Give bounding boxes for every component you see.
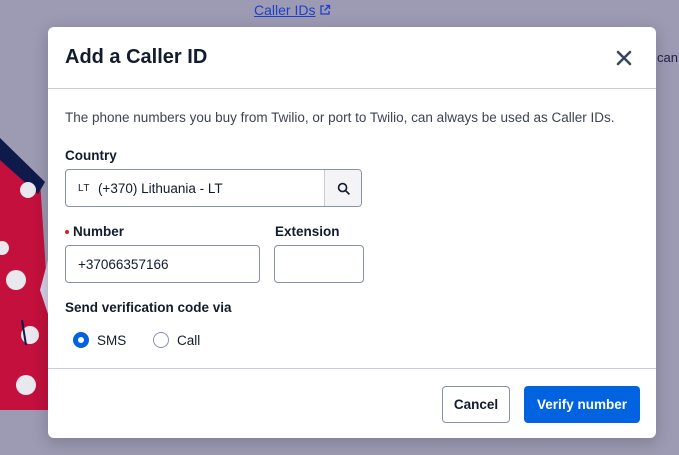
caller-ids-link-text: Caller IDs bbox=[254, 2, 316, 18]
verify-number-button[interactable]: Verify number bbox=[524, 386, 640, 423]
required-indicator bbox=[65, 229, 69, 234]
number-input[interactable] bbox=[65, 245, 260, 283]
modal-body: The phone numbers you buy from Twilio, o… bbox=[48, 89, 656, 368]
cancel-button[interactable]: Cancel bbox=[442, 386, 510, 423]
call-option[interactable]: Call bbox=[153, 332, 200, 348]
number-label: Number bbox=[65, 224, 124, 239]
sms-option-label: SMS bbox=[97, 332, 127, 348]
external-link-icon bbox=[320, 4, 331, 15]
sms-option[interactable]: SMS bbox=[73, 332, 126, 348]
close-icon bbox=[616, 50, 632, 65]
country-value[interactable]: LT (+370) Lithuania - LT bbox=[66, 170, 324, 206]
extension-input[interactable] bbox=[274, 245, 364, 283]
modal-title: Add a Caller ID bbox=[65, 46, 208, 68]
verification-method-label: Send verification code via bbox=[65, 300, 232, 315]
extension-label: Extension bbox=[275, 224, 340, 239]
country-name: (+370) Lithuania - LT bbox=[97, 180, 223, 196]
call-option-label: Call bbox=[177, 332, 201, 348]
background-text: can bbox=[657, 50, 678, 65]
close-button[interactable] bbox=[612, 46, 636, 70]
modal-header: Add a Caller ID bbox=[48, 27, 656, 89]
caller-ids-link: Caller IDs bbox=[254, 2, 331, 18]
country-label: Country bbox=[65, 148, 117, 163]
sms-radio[interactable] bbox=[73, 332, 89, 348]
country-search-button[interactable] bbox=[324, 170, 361, 206]
search-icon bbox=[337, 182, 350, 195]
number-label-text: Number bbox=[73, 224, 125, 239]
intro-text: The phone numbers you buy from Twilio, o… bbox=[65, 110, 615, 125]
country-combobox[interactable]: LT (+370) Lithuania - LT bbox=[65, 169, 362, 207]
call-radio[interactable] bbox=[153, 332, 169, 348]
add-caller-id-modal: Add a Caller ID The phone numbers you bu… bbox=[48, 27, 656, 438]
country-code: LT bbox=[78, 182, 90, 194]
modal-footer: Cancel Verify number bbox=[48, 368, 656, 438]
